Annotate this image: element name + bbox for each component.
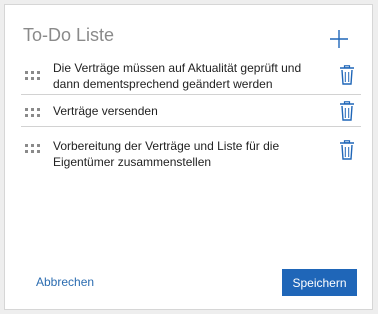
todo-item: Die Verträge müssen auf Aktualität geprü…	[21, 57, 361, 95]
todo-item: Vorbereitung der Verträge und Liste für …	[21, 127, 361, 169]
drag-handle-icon[interactable]	[25, 141, 41, 153]
todo-text: Vorbereitung der Verträge und Liste für …	[53, 139, 280, 169]
panel-title: To-Do Liste	[23, 25, 115, 45]
todo-text: Die Verträge müssen auf Aktualität geprü…	[53, 61, 302, 91]
trash-icon[interactable]	[339, 101, 355, 121]
save-button[interactable]: Speichern	[282, 269, 357, 296]
todo-list: Die Verträge müssen auf Aktualität geprü…	[21, 57, 361, 169]
drag-handle-icon[interactable]	[25, 68, 41, 80]
todo-text: Verträge versenden	[53, 104, 158, 118]
plus-icon	[330, 30, 348, 48]
trash-icon[interactable]	[339, 140, 355, 160]
todo-panel: To-Do Liste Die Verträge müssen auf Aktu…	[4, 4, 373, 310]
todo-item: Verträge versenden	[21, 95, 361, 127]
add-todo-button[interactable]	[329, 29, 349, 49]
trash-icon[interactable]	[339, 65, 355, 85]
cancel-button[interactable]: Abbrechen	[36, 275, 94, 289]
drag-handle-icon[interactable]	[25, 105, 41, 117]
